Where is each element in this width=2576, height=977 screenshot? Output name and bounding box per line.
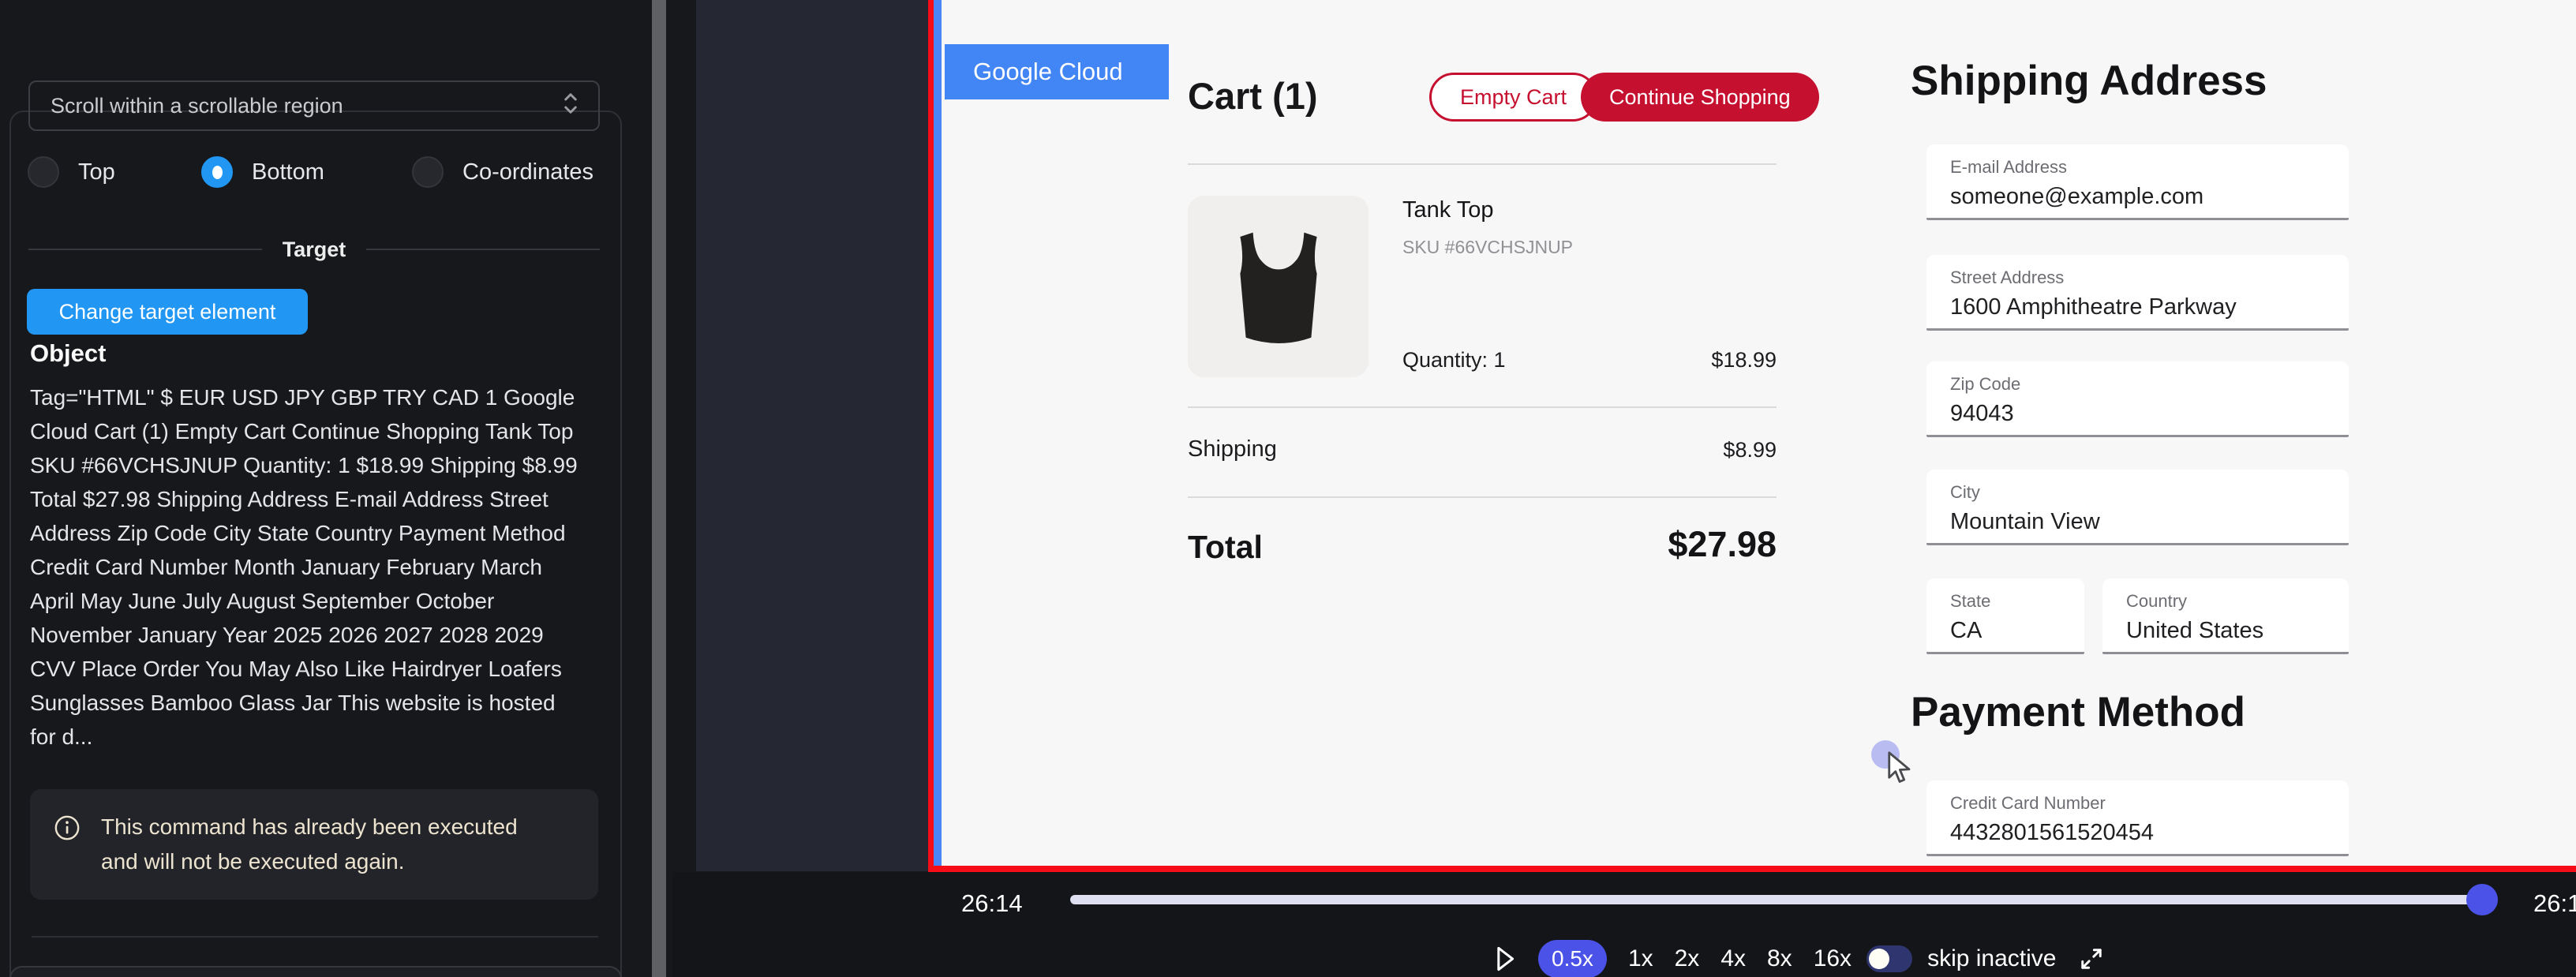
radio-top-label: Top (78, 159, 115, 185)
speed-16x-button[interactable]: 16x (1814, 945, 1852, 972)
shipping-cost-label: Shipping (1188, 436, 1277, 462)
info-box: This command has already been executed a… (30, 789, 598, 900)
speed-4x-button[interactable]: 4x (1720, 945, 1746, 972)
replay-viewer: Scroll within a scrollable region Top Bo… (0, 0, 2576, 977)
credit-card-label: Credit Card Number (1950, 793, 2330, 814)
cart-title: Cart (1) (1188, 74, 1318, 118)
target-section-divider: Target (28, 234, 600, 265)
command-type-select[interactable]: Scroll within a scrollable region (28, 80, 600, 131)
change-target-button[interactable]: Change target element (27, 289, 308, 335)
play-icon[interactable] (1493, 945, 1517, 973)
speed-8x-button[interactable]: 8x (1767, 945, 1792, 972)
email-field-label: E-mail Address (1950, 157, 2330, 178)
radio-coordinates-circle[interactable] (412, 156, 444, 188)
payment-method-heading: Payment Method (1911, 688, 2245, 736)
radio-bottom-label: Bottom (252, 159, 324, 185)
sidebar-divider (32, 936, 598, 938)
country-field-label: Country (2126, 591, 2330, 612)
shipping-cost: $8.99 (1723, 438, 1777, 462)
radio-coordinates[interactable]: Co-ordinates (412, 156, 593, 188)
command-sidebar: Scroll within a scrollable region Top Bo… (0, 0, 672, 977)
zip-field-label: Zip Code (1950, 374, 2330, 395)
object-text: Tag="HTML" $ EUR USD JPY GBP TRY CAD 1 G… (30, 380, 587, 754)
speed-2x-button[interactable]: 2x (1675, 945, 1700, 972)
target-highlight-line (934, 0, 942, 871)
city-field[interactable]: City Mountain View (1926, 470, 2349, 545)
player-bar: 26:14 26:1 0.5x 1x 2x 4x 8x 16x skip ina… (672, 872, 2576, 977)
divider-line (28, 249, 262, 250)
zip-field-value: 94043 (1950, 401, 2330, 427)
seek-bar[interactable] (1070, 895, 2477, 904)
product-price: $18.99 (1711, 348, 1777, 372)
empty-cart-button[interactable]: Empty Cart (1429, 73, 1597, 122)
object-heading: Object (30, 339, 106, 368)
radio-bottom-circle[interactable] (201, 156, 233, 188)
radio-bottom[interactable]: Bottom (201, 156, 324, 188)
cursor-icon (1882, 750, 1915, 790)
state-field[interactable]: State CA (1926, 578, 2084, 654)
credit-card-value: 4432801561520454 (1950, 820, 2330, 846)
shipping-address-heading: Shipping Address (1911, 57, 2267, 105)
street-field-label: Street Address (1950, 268, 2330, 288)
radio-top[interactable]: Top (28, 156, 115, 188)
state-field-value: CA (1950, 618, 2065, 644)
continue-shopping-button[interactable]: Continue Shopping (1581, 73, 1819, 122)
total-price: $27.98 (1668, 524, 1777, 565)
skip-inactive-toggle[interactable] (1866, 945, 1912, 972)
info-icon (54, 814, 80, 879)
email-field[interactable]: E-mail Address someone@example.com (1926, 144, 2349, 220)
viewport-highlight-left (928, 0, 934, 871)
total-label: Total (1188, 529, 1263, 566)
current-time: 26:14 (961, 889, 1023, 918)
credit-card-field[interactable]: Credit Card Number 4432801561520454 (1926, 780, 2349, 856)
city-field-label: City (1950, 482, 2330, 503)
site-badge: Google Cloud (945, 44, 1169, 99)
tank-top-image (1188, 196, 1368, 377)
email-field-value: someone@example.com (1950, 184, 2330, 210)
site-badge-label: Google Cloud (973, 58, 1123, 86)
country-field-value: United States (2126, 618, 2330, 644)
product-sku: SKU #66VCHSJNUP (1402, 237, 1573, 258)
replayed-page: Google Cloud Cart (1) Empty Cart Continu… (942, 0, 2576, 871)
cart-divider (1188, 163, 1777, 165)
street-field-value: 1600 Amphitheatre Parkway (1950, 294, 2330, 320)
divider-line (366, 249, 600, 250)
state-field-label: State (1950, 591, 2065, 612)
end-time: 26:1 (2533, 889, 2576, 918)
product-quantity: Quantity: 1 (1402, 348, 1506, 372)
player-controls: 0.5x 1x 2x 4x 8x 16x skip inactive (1493, 938, 2106, 977)
seek-handle[interactable] (2466, 884, 2498, 915)
stage-background-panel (696, 0, 928, 871)
target-section-label: Target (283, 238, 346, 262)
viewport-highlight-bottom (928, 866, 2576, 872)
zip-code-field[interactable]: Zip Code 94043 (1926, 361, 2349, 437)
cart-divider (1188, 496, 1777, 498)
toggle-knob[interactable] (1869, 949, 1889, 969)
select-chevron-icon (559, 90, 582, 122)
street-address-field[interactable]: Street Address 1600 Amphitheatre Parkway (1926, 255, 2349, 331)
fullscreen-expand-icon[interactable] (2077, 945, 2106, 973)
cart-divider (1188, 406, 1777, 408)
city-field-value: Mountain View (1950, 509, 2330, 535)
radio-top-circle[interactable] (28, 156, 59, 188)
sidebar-scrollbar[interactable] (652, 0, 666, 977)
radio-coordinates-label: Co-ordinates (462, 159, 593, 185)
next-command-card (9, 966, 622, 977)
product-name: Tank Top (1402, 197, 1494, 223)
info-message: This command has already been executed a… (101, 810, 543, 879)
skip-inactive-label: skip inactive (1927, 945, 2056, 972)
country-field[interactable]: Country United States (2102, 578, 2349, 654)
speed-1x-button[interactable]: 1x (1628, 945, 1653, 972)
speed-0.5x-button[interactable]: 0.5x (1538, 940, 1607, 977)
command-type-value: Scroll within a scrollable region (51, 94, 559, 118)
